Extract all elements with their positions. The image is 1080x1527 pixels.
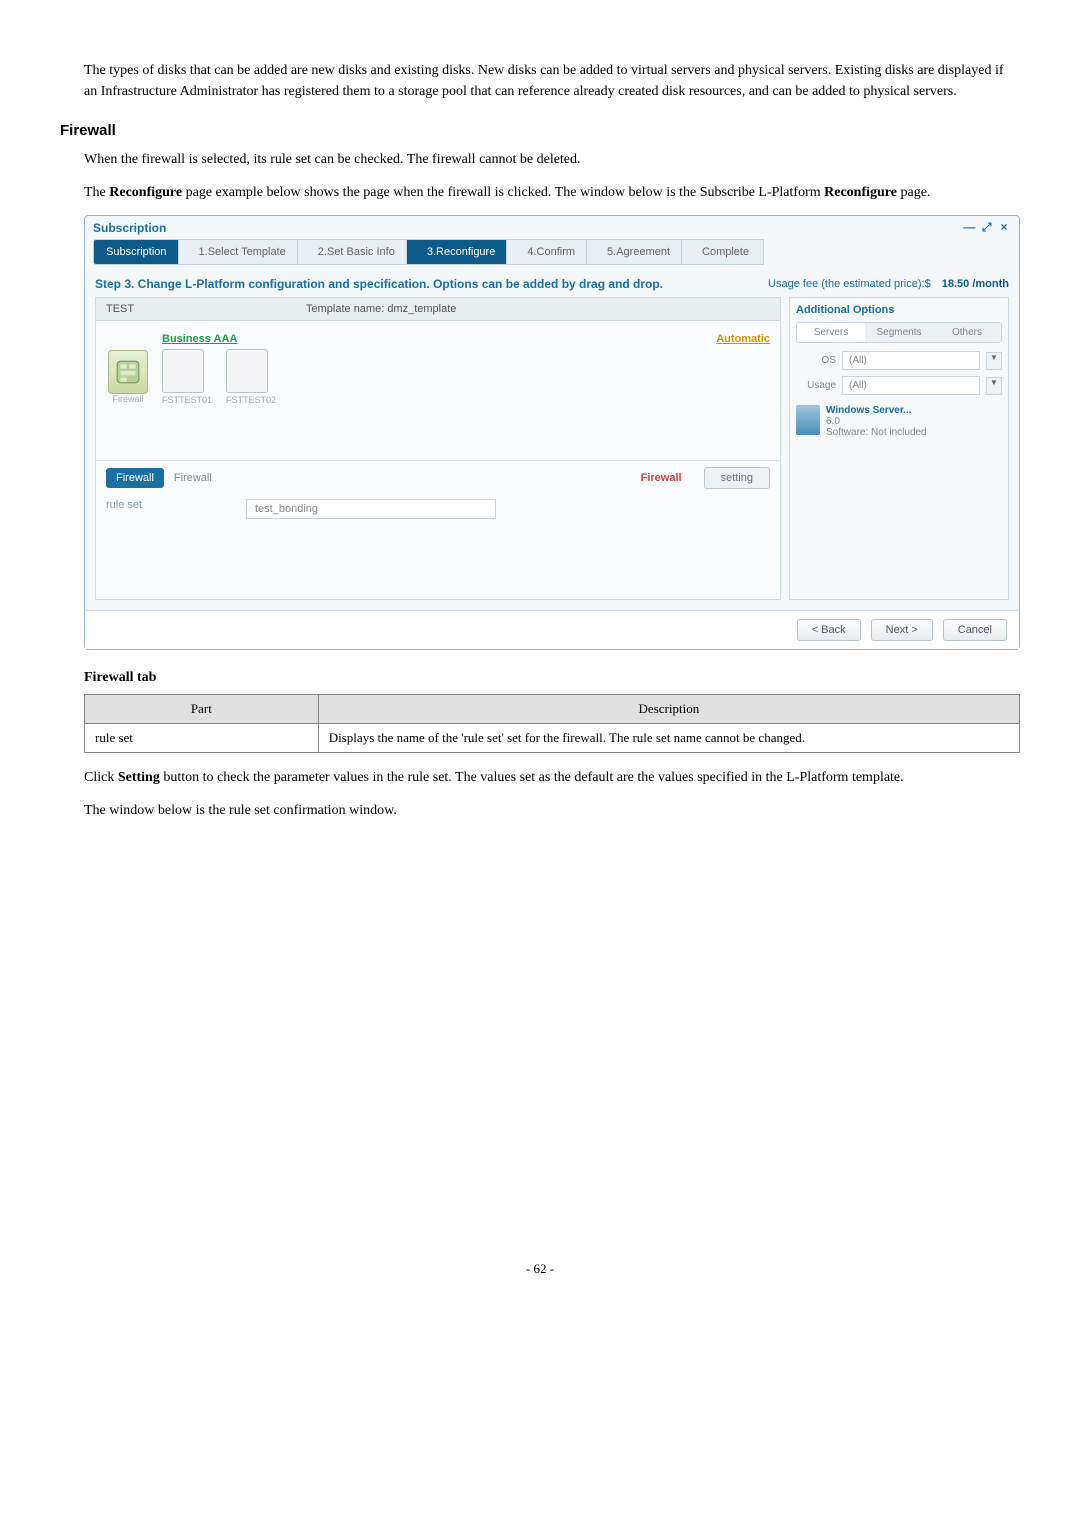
step-instruction: Step 3. Change L-Platform configuration … — [95, 277, 663, 291]
firewall-node[interactable]: Firewall — [108, 350, 148, 404]
after-table-para-1: Click Setting button to check the parame… — [84, 767, 1020, 788]
firewall-caption: Firewall — [108, 394, 148, 404]
window-titlebar: Subscription — ⤢ × — [85, 216, 1019, 239]
os-label: OS — [796, 355, 836, 366]
server-template-card[interactable]: Windows Server... 6.0 Software: Not incl… — [796, 405, 1002, 438]
wizard-footer: < Back Next > Cancel — [85, 610, 1019, 649]
text: page. — [897, 185, 930, 200]
tab-firewall[interactable]: Firewall — [106, 468, 164, 488]
maximize-icon[interactable]: ⤢ — [980, 220, 994, 235]
reconfigure-bold: Reconfigure — [109, 185, 182, 200]
text: Click — [84, 770, 118, 785]
intro-paragraph: The types of disks that can be added are… — [84, 60, 1020, 102]
text: page example below shows the page when t… — [182, 185, 824, 200]
crumb-step3[interactable]: 3.Reconfigure — [406, 239, 511, 265]
usage-fee-value: 18.50 /month — [942, 278, 1009, 290]
firewall-para-1: When the firewall is selected, its rule … — [84, 149, 1020, 170]
tab-segments[interactable]: Segments — [865, 323, 933, 342]
topology-area[interactable]: Business AAA Automatic Firewall FSTTEST0… — [96, 321, 780, 461]
td-part: rule set — [85, 724, 319, 753]
reconfigure-bold-2: Reconfigure — [824, 185, 897, 200]
next-button[interactable]: Next > — [871, 619, 933, 641]
chevron-down-icon[interactable]: ▼ — [986, 352, 1002, 370]
server-template-name: Windows Server... — [826, 405, 927, 416]
table-caption: Firewall tab — [84, 670, 1020, 686]
firewall-tab-table: Part Description rule set Displays the n… — [84, 694, 1020, 753]
crumb-step1[interactable]: 1.Select Template — [178, 239, 301, 265]
subscription-window: Subscription — ⤢ × Subscription 1.Select… — [84, 215, 1020, 650]
text: The — [84, 185, 109, 200]
os-select[interactable]: (All) — [842, 351, 980, 370]
business-label[interactable]: Business AAA — [162, 333, 768, 345]
tab-others[interactable]: Others — [933, 323, 1001, 342]
crumb-step2[interactable]: 2.Set Basic Info — [297, 239, 410, 265]
cancel-button[interactable]: Cancel — [943, 619, 1007, 641]
firewall-para-2: The Reconfigure page example below shows… — [84, 182, 1020, 203]
setting-bold: Setting — [118, 770, 160, 785]
rule-set-key: rule set — [106, 499, 246, 519]
rule-set-value: test_bonding — [246, 499, 496, 519]
table-header-row: Part Description — [85, 695, 1020, 724]
sidebar-header: Additional Options — [796, 304, 1002, 316]
usage-filter-row: Usage (All) ▼ — [796, 376, 1002, 395]
chevron-down-icon[interactable]: ▼ — [986, 377, 1002, 395]
close-icon[interactable]: × — [997, 220, 1011, 234]
setting-button[interactable]: setting — [704, 467, 770, 489]
software-value: Not included — [871, 427, 927, 438]
crumb-step4[interactable]: 4.Confirm — [506, 239, 590, 265]
firewall-detail-title: Firewall — [174, 472, 212, 484]
canvas-header: TEST Template name: dmz_template — [96, 298, 780, 321]
server-node-1[interactable]: FSTTEST01 — [162, 349, 212, 405]
crumb-step5[interactable]: 5.Agreement — [586, 239, 685, 265]
window-controls: — ⤢ × — [962, 220, 1011, 235]
table-row: rule set Displays the name of the 'rule … — [85, 724, 1020, 753]
server-node-2[interactable]: FSTTEST02 — [226, 349, 276, 405]
firewall-label: Firewall — [641, 472, 682, 484]
template-name: Template name: dmz_template — [306, 303, 770, 315]
config-canvas: TEST Template name: dmz_template Busines… — [95, 297, 781, 600]
tab-servers[interactable]: Servers — [797, 323, 865, 342]
text: button to check the parameter values in … — [160, 770, 904, 785]
usage-fee-label: Usage fee (the estimated price):$ — [768, 278, 931, 290]
software-label: Software: — [826, 427, 868, 438]
server1-caption: FSTTEST01 — [162, 395, 212, 405]
main-pane: TEST Template name: dmz_template Busines… — [85, 297, 1019, 610]
window-title: Subscription — [93, 221, 166, 235]
crumb-complete[interactable]: Complete — [681, 239, 764, 265]
td-description: Displays the name of the 'rule set' set … — [318, 724, 1019, 753]
sidebar-tabs: Servers Segments Others — [796, 322, 1002, 343]
rule-set-row: rule set test_bonding — [96, 495, 780, 539]
firewall-icon — [115, 359, 141, 385]
server-version: 6.0 — [826, 416, 927, 427]
after-table-para-2: The window below is the rule set confirm… — [84, 800, 1020, 821]
step-row: Step 3. Change L-Platform configuration … — [85, 271, 1019, 297]
wizard-breadcrumb: Subscription 1.Select Template 2.Set Bas… — [85, 239, 1019, 271]
usage-fee: Usage fee (the estimated price):$ 18.50 … — [768, 278, 1009, 290]
minimize-icon[interactable]: — — [962, 220, 976, 234]
firewall-heading: Firewall — [60, 122, 1020, 139]
os-filter-row: OS (All) ▼ — [796, 351, 1002, 370]
th-part: Part — [85, 695, 319, 724]
detail-header: Firewall Firewall Firewall setting — [96, 461, 780, 495]
server2-caption: FSTTEST02 — [226, 395, 276, 405]
th-description: Description — [318, 695, 1019, 724]
crumb-subscription[interactable]: Subscription — [93, 239, 182, 265]
platform-name: TEST — [106, 303, 306, 315]
topology-row: Firewall FSTTEST01 FSTTEST02 — [108, 349, 768, 405]
server-icon — [796, 405, 820, 435]
additional-options-panel: Additional Options Servers Segments Othe… — [789, 297, 1009, 600]
back-button[interactable]: < Back — [797, 619, 861, 641]
server-info: Windows Server... 6.0 Software: Not incl… — [826, 405, 927, 438]
page-number: - 62 - — [60, 1261, 1020, 1277]
usage-label: Usage — [796, 380, 836, 391]
usage-select[interactable]: (All) — [842, 376, 980, 395]
automatic-label[interactable]: Automatic — [716, 333, 770, 345]
